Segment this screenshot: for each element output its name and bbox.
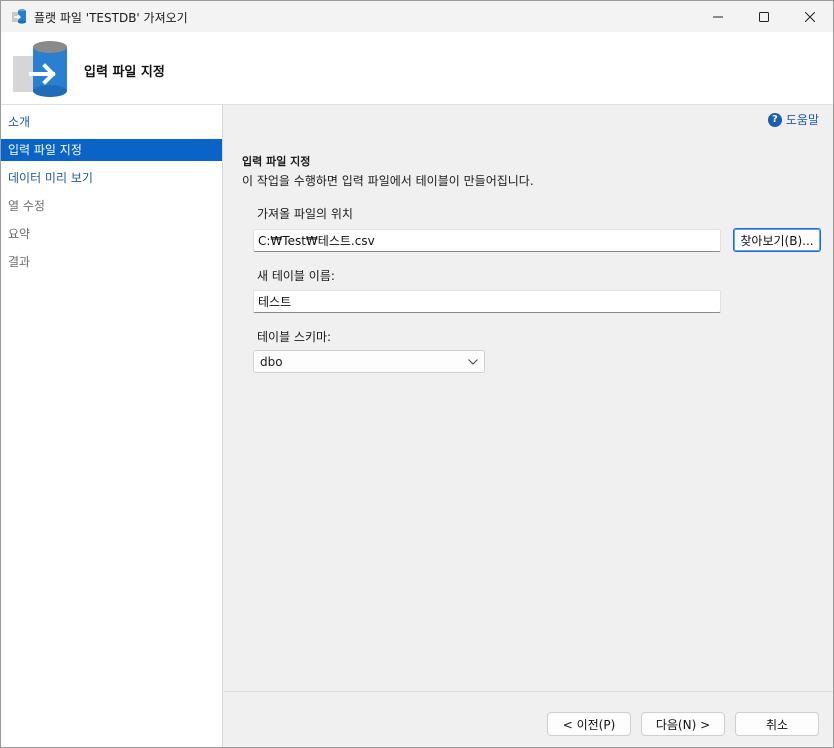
title-bar: 플랫 파일 'TESTDB' 가져오기 [1,1,833,32]
maximize-button[interactable] [741,1,787,32]
section-description: 이 작업을 수행하면 입력 파일에서 테이블이 만들어집니다. [242,174,534,188]
browse-button[interactable]: 찾아보기(B)... [733,228,821,252]
window-title: 플랫 파일 'TESTDB' 가져오기 [34,11,188,25]
section-title: 입력 파일 지정 [242,155,311,168]
wizard-footer: < 이전(P) 다음(N) > 취소 [224,691,833,747]
nav-item-summary: 요약 [8,227,31,241]
help-icon: ? [767,112,782,127]
close-button[interactable] [787,1,833,32]
table-schema-select[interactable]: dbo [253,350,485,373]
file-location-input[interactable] [253,229,721,252]
wizard-header: 입력 파일 지정 [1,32,833,105]
wizard-nav: 소개 입력 파일 지정 데이터 미리 보기 열 수정 요약 결과 [1,105,223,747]
chevron-down-icon [468,358,478,365]
database-import-icon [13,41,67,97]
help-link[interactable]: ? 도움말 [767,111,819,128]
nav-item-preview-data[interactable]: 데이터 미리 보기 [1,167,222,189]
help-label: 도움말 [785,113,819,127]
header-title: 입력 파일 지정 [84,65,165,80]
nav-item-results: 결과 [8,255,31,269]
import-flat-file-window: 플랫 파일 'TESTDB' 가져오기 입력 파일 지정 소개 입력 파일 지정… [0,0,834,748]
nav-item-specify-input-file[interactable]: 입력 파일 지정 [1,139,222,161]
file-location-label: 가져올 파일의 위치 [257,207,353,221]
previous-button[interactable]: < 이전(P) [547,712,631,736]
close-icon [805,11,815,22]
minimize-button[interactable] [695,1,741,32]
minimize-icon [713,16,723,17]
table-name-input[interactable] [253,290,721,313]
table-schema-label: 테이블 스키마: [257,330,332,344]
cancel-button[interactable]: 취소 [735,712,819,736]
table-name-label: 새 테이블 이름: [257,269,335,283]
import-file-icon [12,9,26,24]
nav-item-modify-columns: 열 수정 [8,199,45,213]
nav-item-intro[interactable]: 소개 [1,111,222,133]
next-button[interactable]: 다음(N) > [641,712,725,736]
wizard-content: ? 도움말 입력 파일 지정 이 작업을 수행하면 입력 파일에서 테이블이 만… [224,105,833,691]
table-schema-value: dbo [260,354,283,369]
maximize-icon [759,11,769,22]
